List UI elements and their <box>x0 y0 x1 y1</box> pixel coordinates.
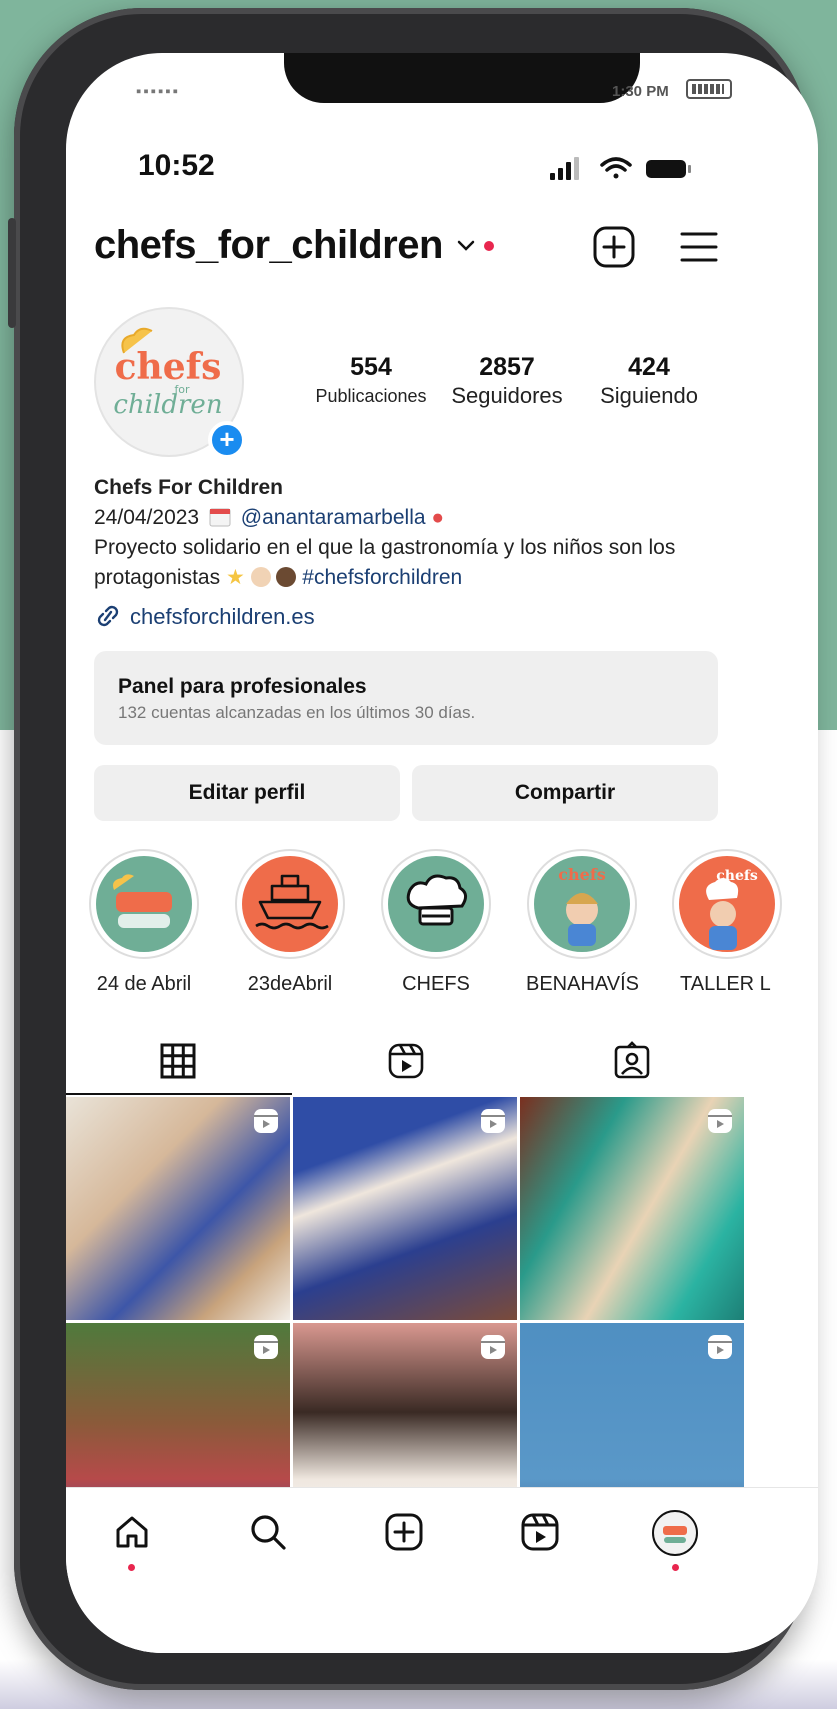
bio-hashtag-link[interactable]: #chefsforchildren <box>302 566 462 589</box>
legacy-time: 1:30 PM <box>612 83 669 100</box>
link-icon <box>97 605 119 627</box>
stat-following-label: Siguiendo <box>600 383 698 408</box>
username-switcher[interactable]: chefs_for_children <box>94 223 443 268</box>
bio-date: 24/04/2023 <box>94 506 200 529</box>
status-time: 10:52 <box>138 149 215 182</box>
phone-screen: ▪▪▪▪▪▪ 1:30 PM 10:52 chefs_for_children … <box>66 53 818 1653</box>
highlight-label: TALLER L <box>680 973 771 995</box>
home-icon[interactable] <box>112 1512 152 1552</box>
highlight-label: 23deAbril <box>247 973 333 995</box>
stat-following-value: 424 <box>628 353 670 381</box>
stat-following[interactable]: 424 Siguiendo <box>590 353 708 409</box>
highlight-label: CHEFS <box>402 973 470 995</box>
status-icons <box>550 153 700 183</box>
battery-icon <box>646 160 691 178</box>
plus-square-icon[interactable] <box>592 225 636 269</box>
tagged-icon[interactable] <box>612 1041 652 1081</box>
chef-hat-icon <box>406 874 467 926</box>
highlight-item[interactable]: 23deAbril <box>234 849 346 996</box>
reel-badge-icon <box>481 1335 505 1359</box>
stat-followers-value: 2857 <box>479 353 535 381</box>
profile-header: chefs_for_children <box>94 223 784 283</box>
stat-posts-label: Publicaciones <box>315 386 427 406</box>
avatar-text-bottom: children <box>113 390 222 420</box>
bio: Chefs For Children 24/04/2023 @anantaram… <box>94 473 774 593</box>
grid-icon[interactable] <box>158 1041 198 1081</box>
reel-badge-icon <box>254 1335 278 1359</box>
volume-button <box>8 218 16 328</box>
ship-icon <box>255 874 329 930</box>
notification-dot <box>484 241 494 251</box>
reel-badge-icon <box>481 1109 505 1133</box>
highlight-label: BENAHAVÍS <box>526 973 639 995</box>
bottom-navigation <box>66 1487 818 1653</box>
home-notification-dot <box>128 1564 135 1571</box>
chevron-down-icon[interactable] <box>456 237 476 253</box>
highlight-item[interactable]: chefs TALLER L <box>672 849 802 996</box>
notch <box>284 53 640 103</box>
taller-photo-icon: chefs <box>706 868 758 950</box>
share-profile-button[interactable]: Compartir <box>412 765 718 821</box>
avatar-text-top: chefs <box>115 346 222 388</box>
chef-emoji-icon <box>250 567 271 587</box>
add-story-button[interactable]: + <box>208 421 246 459</box>
bio-mention-link[interactable]: @anantaramarbella <box>241 506 426 529</box>
website-link[interactable]: chefsforchildren.es <box>94 603 315 630</box>
bio-line-date: 24/04/2023 @anantaramarbella ● <box>94 503 774 533</box>
svg-text:chefs: chefs <box>558 865 605 884</box>
child-emoji-icon <box>276 567 297 587</box>
profile-tabs <box>66 1027 818 1097</box>
post-thumbnail[interactable] <box>293 1097 517 1320</box>
active-tab-indicator <box>66 1093 292 1095</box>
post-thumbnail[interactable] <box>66 1097 290 1320</box>
profile-tab-avatar[interactable] <box>652 1510 698 1556</box>
website-text: chefsforchildren.es <box>130 604 315 629</box>
stat-followers[interactable]: 2857 Seguidores <box>444 353 570 409</box>
edit-profile-button[interactable]: Editar perfil <box>94 765 400 821</box>
display-name: Chefs For Children <box>94 476 284 499</box>
calendar-icon <box>209 506 231 527</box>
post-thumbnail[interactable] <box>520 1097 744 1320</box>
wifi-icon <box>600 157 632 179</box>
highlight-label: 24 de Abril <box>96 973 192 995</box>
reel-badge-icon <box>254 1109 278 1133</box>
create-post-icon[interactable] <box>384 1512 424 1552</box>
chefs-logo-icon <box>113 874 172 928</box>
highlight-item[interactable]: 24 de Abril <box>88 849 200 996</box>
panel-subtitle: 132 cuentas alcanzadas en los últimos 30… <box>118 703 476 722</box>
pin-icon: ● <box>431 506 445 529</box>
search-icon[interactable] <box>248 1512 288 1552</box>
menu-icon[interactable] <box>678 229 720 265</box>
benahavis-photo-icon: chefs <box>558 865 606 946</box>
reels-icon[interactable] <box>386 1041 426 1081</box>
star-icon: ★ <box>225 566 245 589</box>
legacy-battery-icon <box>686 79 732 99</box>
professional-dashboard[interactable]: Panel para profesionales 132 cuentas alc… <box>94 651 718 745</box>
highlight-item[interactable]: CHEFS <box>380 849 492 996</box>
reel-icon[interactable] <box>520 1512 560 1552</box>
signal-dots: ▪▪▪▪▪▪ <box>136 83 180 100</box>
highlight-item[interactable]: chefs BENAHAVÍS <box>526 849 639 996</box>
cellular-signal-icon <box>550 157 579 180</box>
phone-frame: ▪▪▪▪▪▪ 1:30 PM 10:52 chefs_for_children … <box>8 8 818 1690</box>
bio-description: Proyecto solidario en el que la gastrono… <box>94 533 774 593</box>
stat-posts[interactable]: 554 Publicaciones <box>306 353 436 407</box>
chefs-logo-icon <box>663 1526 687 1543</box>
reel-badge-icon <box>708 1109 732 1133</box>
profile-notification-dot <box>672 1564 679 1571</box>
stat-followers-label: Seguidores <box>451 383 563 408</box>
stat-posts-value: 554 <box>350 353 392 381</box>
panel-title: Panel para profesionales <box>118 675 367 698</box>
reel-badge-icon <box>708 1335 732 1359</box>
